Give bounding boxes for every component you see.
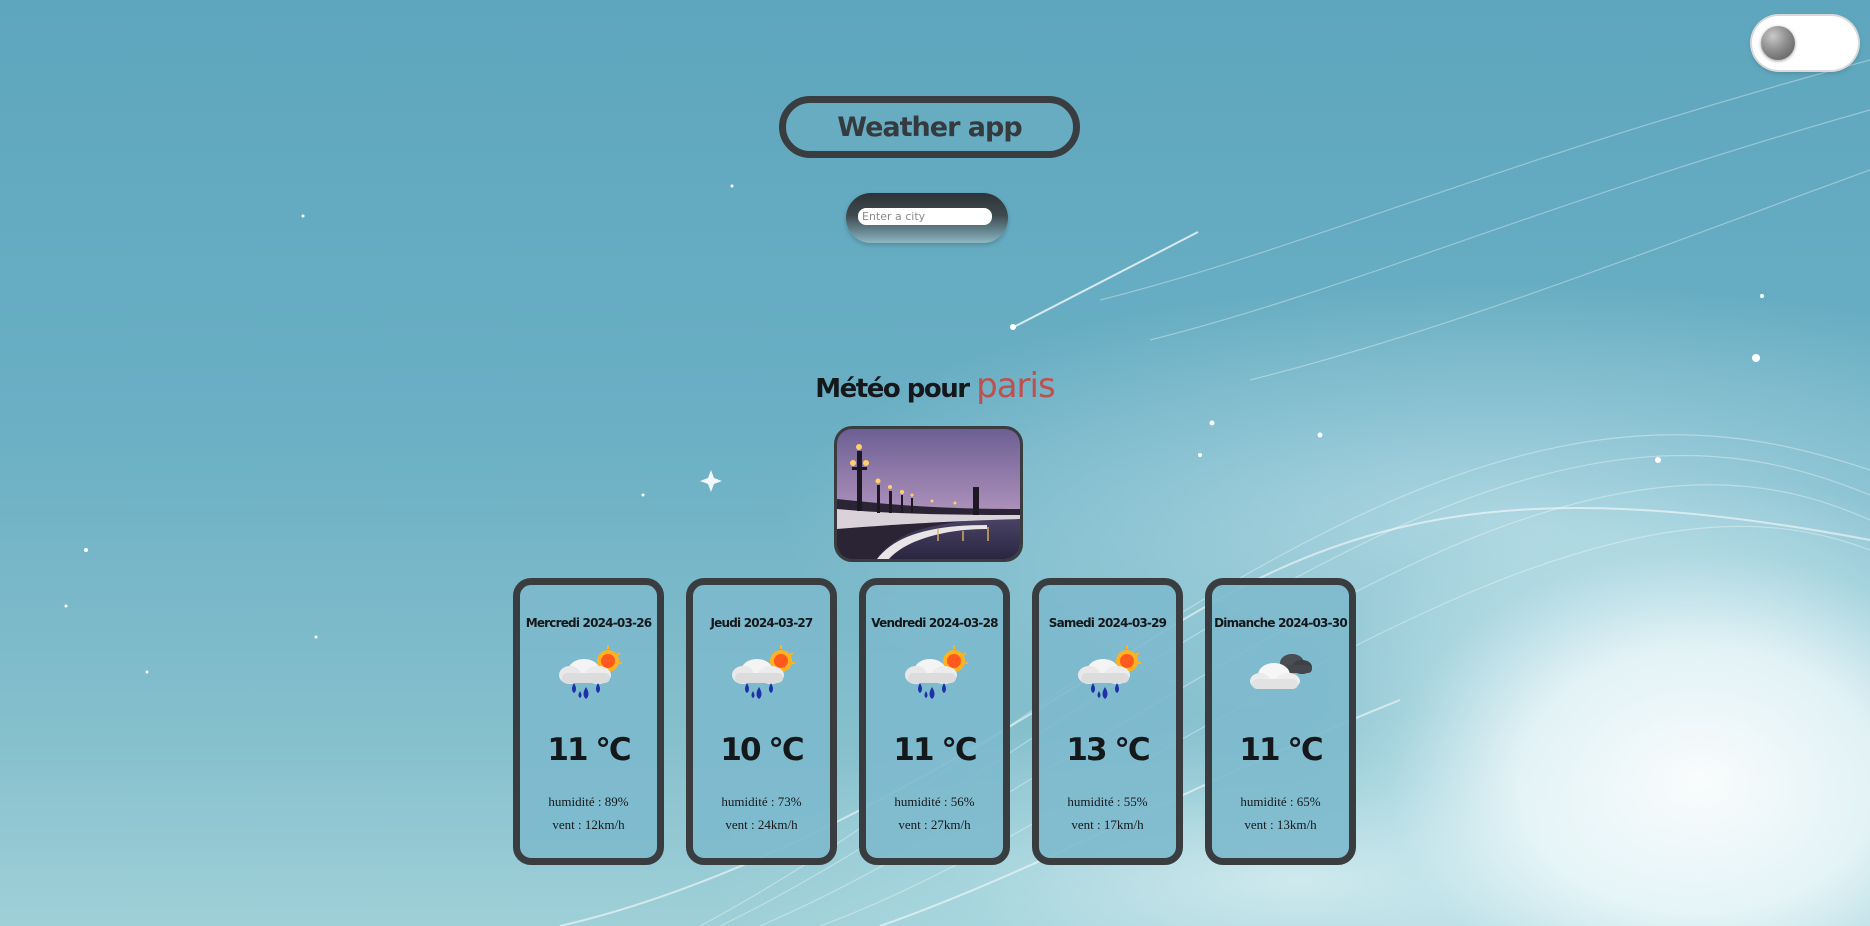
forecast-card: Vendredi 2024-03-28 11 °C humidité : 56%… xyxy=(859,578,1010,865)
forecast-card: Mercredi 2024-03-26 11 °C humidité : 89%… xyxy=(513,578,664,865)
location-prefix: Météo pour xyxy=(815,374,970,404)
forecast-wind: vent : 17km/h xyxy=(1071,817,1144,832)
forecast-temperature: 11 °C xyxy=(547,732,631,768)
forecast-date: Mercredi 2024-03-26 xyxy=(525,616,652,630)
city-photo xyxy=(834,426,1023,562)
forecast-wind: vent : 13km/h xyxy=(1244,817,1317,832)
city-name: paris xyxy=(976,366,1056,406)
forecast-humidity: humidité : 65% xyxy=(1240,794,1321,809)
rain-sun-icon xyxy=(905,645,968,699)
forecast-temperature: 13 °C xyxy=(1066,732,1150,768)
forecast-humidity: humidité : 56% xyxy=(894,794,975,809)
app-title: Weather app xyxy=(779,96,1080,158)
forecast-card: Samedi 2024-03-29 13 °C humidité : 55% v… xyxy=(1032,578,1183,865)
forecast-date: Dimanche 2024-03-30 xyxy=(1214,616,1348,630)
location-heading: Météo pour paris xyxy=(700,366,1170,406)
forecast-temperature: 10 °C xyxy=(720,732,804,768)
forecast-humidity: humidité : 73% xyxy=(721,794,802,809)
city-search-input[interactable] xyxy=(858,208,992,225)
forecast-humidity: humidité : 55% xyxy=(1067,794,1148,809)
forecast-wind: vent : 12km/h xyxy=(552,817,625,832)
theme-toggle[interactable] xyxy=(1752,16,1858,70)
forecast-temperature: 11 °C xyxy=(1239,732,1323,768)
forecast-humidity: humidité : 89% xyxy=(548,794,629,809)
forecast-date: Samedi 2024-03-29 xyxy=(1048,616,1167,630)
forecast-date: Vendredi 2024-03-28 xyxy=(871,616,998,630)
forecast-wind: vent : 24km/h xyxy=(725,817,798,832)
forecast-card: Jeudi 2024-03-27 10 °C humidité : 73% ve… xyxy=(686,578,837,865)
forecast-temperature: 11 °C xyxy=(893,732,977,768)
toggle-knob xyxy=(1761,26,1795,60)
forecast-wind: vent : 27km/h xyxy=(898,817,971,832)
rain-sun-icon xyxy=(732,645,795,699)
forecast-card: Dimanche 2024-03-30 11 °C humidité : 65%… xyxy=(1205,578,1356,865)
search-container xyxy=(846,193,1008,243)
rain-sun-icon xyxy=(559,645,622,699)
forecast-date: Jeudi 2024-03-27 xyxy=(710,616,814,630)
clouds-icon xyxy=(1250,654,1312,689)
rain-sun-icon xyxy=(1078,645,1141,699)
